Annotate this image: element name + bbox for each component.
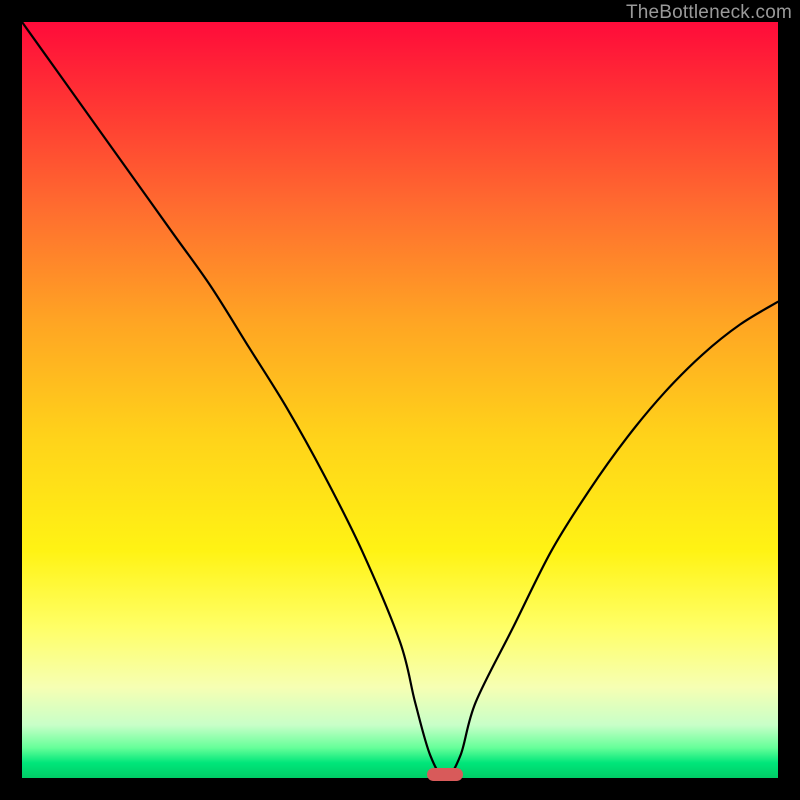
bottleneck-curve xyxy=(22,22,778,778)
chart-frame: TheBottleneck.com xyxy=(0,0,800,800)
watermark-text: TheBottleneck.com xyxy=(626,2,792,24)
plot-area xyxy=(22,22,778,778)
sweet-spot-marker xyxy=(427,768,463,781)
